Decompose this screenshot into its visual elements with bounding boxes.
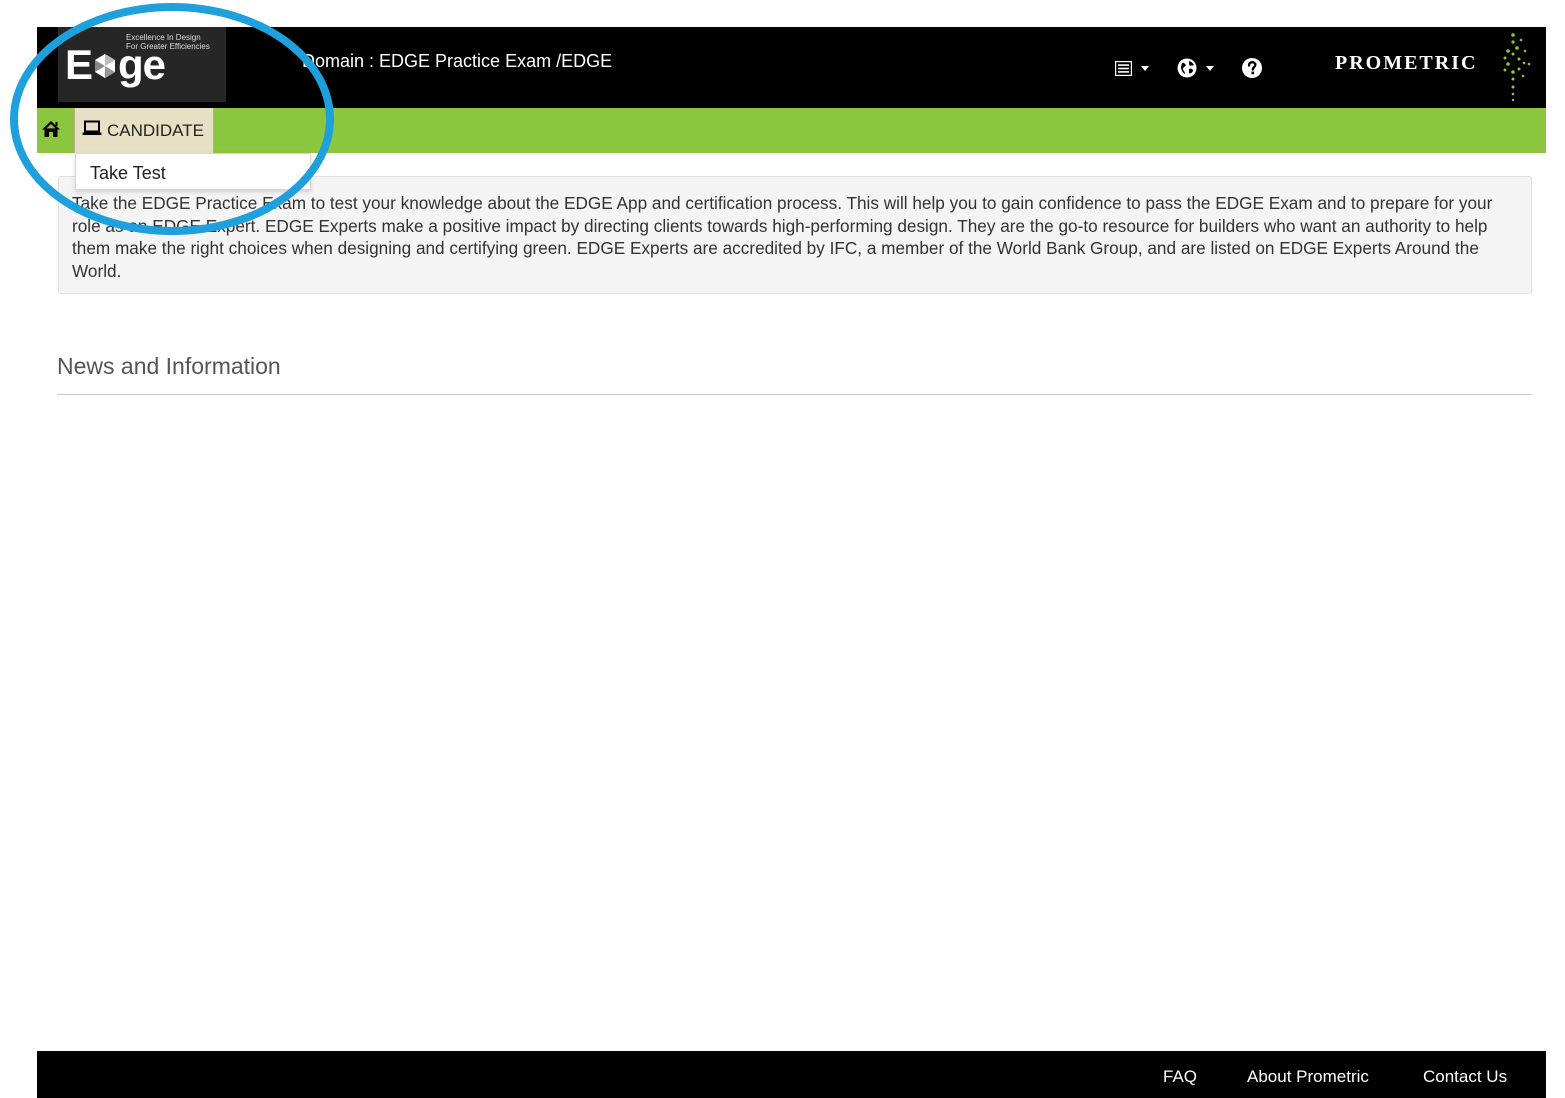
main-nav-bar: CANDIDATE xyxy=(37,108,1546,153)
chevron-down-icon xyxy=(1206,65,1214,71)
prometric-brand: PROMETRIC xyxy=(1335,52,1478,74)
home-icon xyxy=(41,120,61,143)
footer-link-faq[interactable]: FAQ xyxy=(1163,1067,1197,1087)
menu-item-take-test[interactable]: Take Test xyxy=(90,163,166,184)
candidate-menu[interactable]: CANDIDATE xyxy=(74,108,214,153)
menu-list-icon xyxy=(1115,60,1132,76)
intro-panel: Take the EDGE Practice Exam to test your… xyxy=(58,176,1532,294)
domain-label: Domain : EDGE Practice Exam /EDGE xyxy=(302,51,613,71)
chevron-down-icon xyxy=(1141,65,1149,71)
footer-link-contact-us[interactable]: Contact Us xyxy=(1423,1067,1507,1087)
candidate-dropdown-menu: Take Test xyxy=(75,153,311,190)
menu-list-dropdown[interactable] xyxy=(1115,60,1149,76)
prometric-logo-mark xyxy=(1503,33,1531,102)
language-dropdown[interactable] xyxy=(1177,58,1214,78)
news-heading: News and Information xyxy=(57,353,281,379)
intro-text: Take the EDGE Practice Exam to test your… xyxy=(72,193,1493,281)
header-tools xyxy=(1115,54,1290,82)
candidate-label: CANDIDATE xyxy=(107,120,204,140)
globe-icon xyxy=(1177,58,1197,78)
home-button[interactable] xyxy=(38,120,64,142)
top-header: E ge Excellence In Design For Greater Ef… xyxy=(37,27,1546,108)
footer-link-about-prometric[interactable]: About Prometric xyxy=(1247,1067,1369,1087)
logo-tagline: Excellence In Design For Greater Efficie… xyxy=(126,33,210,51)
laptop-icon xyxy=(82,120,102,141)
help-button[interactable] xyxy=(1242,58,1262,78)
help-icon xyxy=(1242,58,1262,78)
edge-logo[interactable]: E ge Excellence In Design For Greater Ef… xyxy=(58,27,226,102)
news-divider xyxy=(57,394,1532,395)
footer: FAQ About Prometric Contact Us xyxy=(37,1051,1546,1098)
